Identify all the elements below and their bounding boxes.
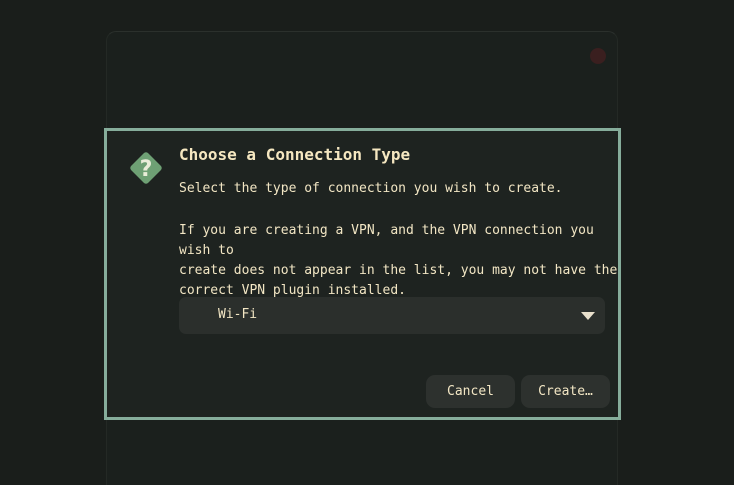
parent-close-button[interactable] <box>590 48 606 64</box>
dialog-title: Choose a Connection Type <box>179 145 411 164</box>
connection-type-value: Wi-Fi <box>218 307 258 322</box>
question-icon: ? <box>125 147 167 189</box>
dialog-message: Select the type of connection you wish t… <box>179 181 563 196</box>
cancel-button[interactable]: Cancel <box>426 375 515 408</box>
connection-type-dropdown[interactable]: Wi-Fi <box>179 297 605 334</box>
create-button[interactable]: Create… <box>521 375 610 408</box>
dialog-details: If you are creating a VPN, and the VPN c… <box>179 223 618 298</box>
chevron-down-icon <box>581 312 595 320</box>
svg-text:?: ? <box>140 157 153 182</box>
connection-type-dialog: ? Choose a Connection Type Select the ty… <box>104 128 621 420</box>
